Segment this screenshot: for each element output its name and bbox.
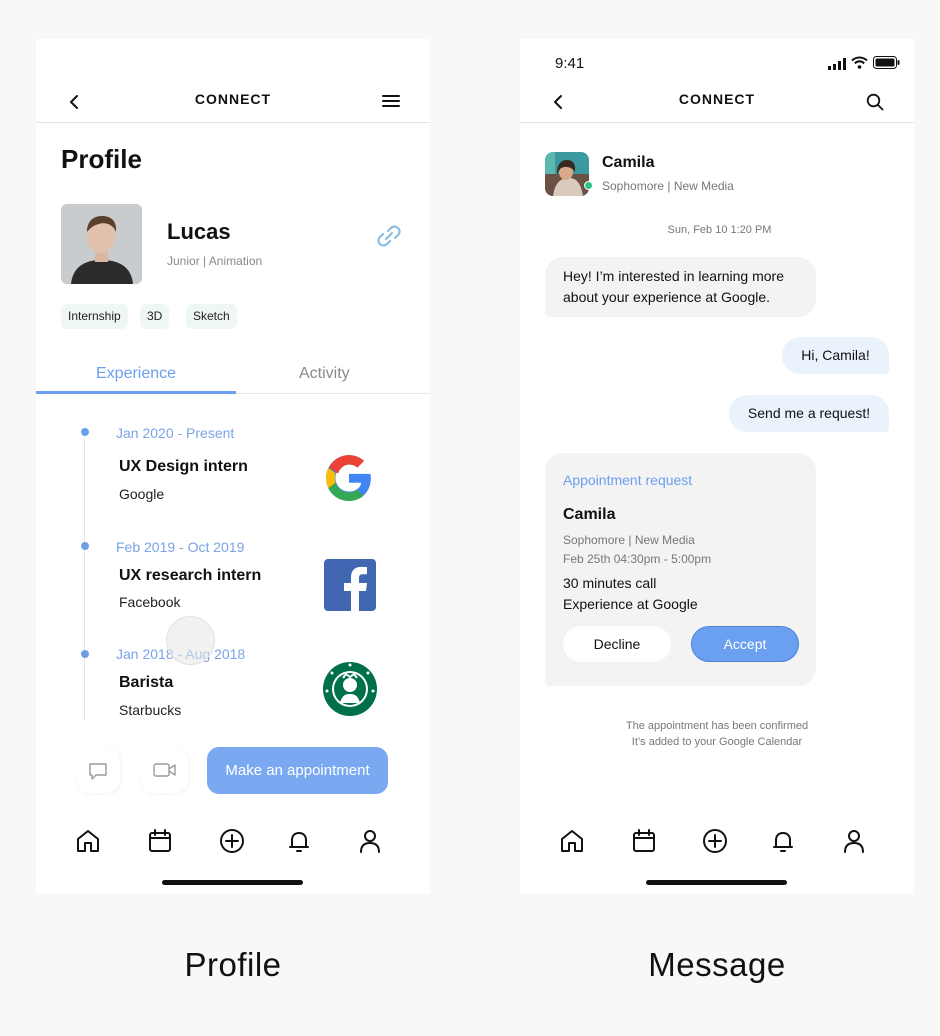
experience-company: Starbucks [119,702,182,718]
request-topic: Experience at Google [563,596,698,612]
add-icon[interactable] [218,827,246,855]
link-icon[interactable] [375,222,403,250]
app-title: CONNECT [678,91,756,107]
confirmation-note: The appointment has been confirmed It’s … [520,718,914,750]
chat-timestamp: Sun, Feb 10 1:20 PM [667,224,772,236]
page-title: Profile [61,144,142,174]
decline-button[interactable]: Decline [563,626,671,662]
touch-indicator [166,616,215,665]
facebook-logo-icon [324,559,376,611]
tag-chip[interactable]: Sketch [186,304,237,329]
signal-icon [828,57,846,70]
tag-chip[interactable]: 3D [140,304,170,329]
experience-title: UX Design intern [119,458,248,475]
message-line: about your experience at Google. [563,289,771,305]
message-screen: 9:41 CONNECT Camila Sophomore | New Medi… [520,39,914,894]
nav-divider [36,122,430,123]
menu-icon[interactable] [381,93,401,109]
experience-title: UX research intern [119,567,262,584]
request-time: Feb 25th 04:30pm - 5:00pm [563,552,712,566]
home-indicator [162,880,303,885]
add-icon[interactable] [701,827,729,855]
experience-date: Feb 2019 - Oct 2019 [116,539,245,555]
profile-caption: Profile [184,946,282,983]
tag-chip[interactable]: Internship [61,304,128,329]
search-icon[interactable] [866,93,884,111]
chat-icon [87,760,109,782]
video-call-button[interactable] [140,747,188,793]
make-appointment-button[interactable]: Make an appointment [207,747,388,794]
timeline-line [84,437,85,720]
timeline-dot [81,428,89,436]
outgoing-message: Hi, Camila! [782,337,889,374]
confirmation-line: The appointment has been confirmed [625,720,809,732]
google-logo-icon [324,453,374,503]
chat-button[interactable] [76,747,120,793]
bell-icon[interactable] [769,827,797,855]
home-indicator [646,880,787,885]
confirmation-line: It’s added to your Google Calendar [631,736,803,748]
outgoing-message: Send me a request! [729,395,889,432]
user-icon[interactable] [840,827,868,855]
home-icon[interactable] [558,827,586,855]
calendar-icon[interactable] [146,827,174,855]
experience-title: Barista [119,674,174,691]
request-subtitle: Sophomore | New Media [563,533,695,547]
request-heading: Appointment request [563,472,693,488]
contact-subtitle: Sophomore | New Media [602,179,734,193]
nav-divider [520,122,914,123]
experience-date: Jan 2020 - Present [116,425,235,441]
timeline-dot [81,650,89,658]
user-name: Lucas [167,219,231,244]
request-name: Camila [563,506,616,523]
tab-experience[interactable]: Experience [96,365,176,383]
tab-activity[interactable]: Activity [299,365,350,383]
timeline-dot [81,542,89,550]
incoming-message: Hey! I’m interested in learning more abo… [545,257,816,317]
user-icon[interactable] [356,827,384,855]
experience-company: Google [119,486,165,502]
tab-indicator [36,391,236,394]
profile-screen: CONNECT Profile Lucas Junior | Animation… [36,39,430,894]
message-line: Hey! I’m interested in learning more [563,268,784,284]
avatar [61,204,142,284]
starbucks-logo-icon [322,661,378,717]
contact-avatar [545,152,589,196]
bell-icon[interactable] [285,827,313,855]
battery-icon [873,56,900,69]
accept-button[interactable]: Accept [691,626,799,662]
status-time: 9:41 [555,55,585,72]
experience-company: Facebook [119,594,181,610]
online-status-dot [584,181,593,190]
home-icon[interactable] [74,827,102,855]
calendar-icon[interactable] [630,827,658,855]
video-icon [152,761,178,779]
wifi-icon [851,56,868,69]
app-title: CONNECT [194,91,272,107]
message-caption: Message [648,946,786,983]
request-duration: 30 minutes call [563,575,657,591]
user-subtitle: Junior | Animation [167,254,263,268]
contact-name: Camila [602,154,655,171]
